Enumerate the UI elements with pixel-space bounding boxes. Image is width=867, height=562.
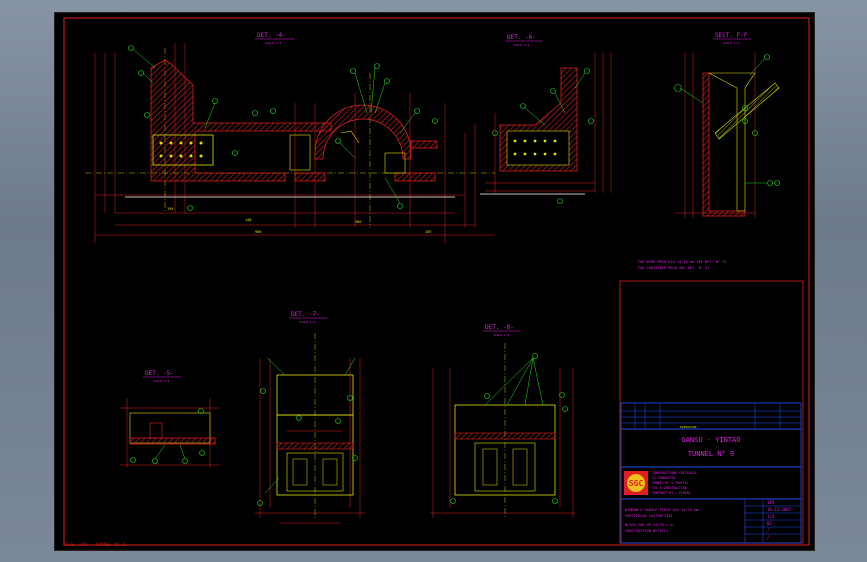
- desc-line-1: WINDOW & SADDLE FIELD DIA 14-15 mm: [625, 508, 699, 512]
- det6-scale: SCALE 1:5: [513, 43, 529, 47]
- det8-title: DET. -8-: [485, 324, 514, 331]
- det8-scale: SCALE 1:5: [493, 333, 509, 337]
- project-name: GANSU - YINTAO: [681, 436, 740, 444]
- det7-scale: SCALE 1:5: [299, 320, 315, 324]
- company-line-2: IL CONSORZIO: [652, 476, 675, 480]
- field-checked: /: [767, 535, 770, 540]
- tunnel-name: TUNNEL N° 9: [688, 450, 734, 458]
- det4-title: DET. -4-: [257, 32, 286, 39]
- det7-detail: DET. -7- SCALE 1:5: [255, 311, 365, 524]
- sectff-detail: SECT. F-F SCALE 1:5: [674, 32, 780, 218]
- field-drawn: /: [767, 528, 770, 533]
- title-block-header: ELEVATION: [680, 425, 696, 429]
- desc-line-2: PARTICULAR COSTRUTTIVI: [625, 514, 673, 518]
- cad-sheet: DET. -4- SCALE 1:5 195 140 900 580 165 D…: [63, 17, 810, 546]
- det5-title: DET. -5-: [145, 370, 174, 377]
- footer-label: FILE: CAD - TUNNEL NO.9: [63, 542, 126, 547]
- desc-line-4: CONSTRUCTION DETAILS: [625, 529, 668, 533]
- det4-detail: DET. -4- SCALE 1:5 195 140 900 580 165: [85, 32, 495, 243]
- field-rev: 02: [767, 521, 772, 526]
- field-date: 10-12-2007: [767, 507, 792, 512]
- det4-dim-580: 580: [355, 220, 361, 224]
- company-line-5: CONTRACT 01 — YINTAO: [652, 491, 690, 495]
- det8-detail: DET. -8- SCALE 1:5: [430, 324, 575, 518]
- det4-scale: SCALE 1:5: [265, 41, 281, 45]
- note-2: FOR CONTAINER MESH SEE DET. N° 51: [638, 266, 709, 270]
- det4-dim-165: 165: [425, 230, 431, 234]
- det4-dim-195: 195: [167, 207, 173, 211]
- notes: FOR WIRE MESH DIA 14-15 mm SEE DET. N° 5…: [638, 260, 727, 270]
- det4-dim-900: 900: [255, 230, 261, 234]
- drawing-viewport[interactable]: DET. -4- SCALE 1:5 195 140 900 580 165 D…: [54, 12, 815, 551]
- title-block: ELEVATION GANSU - YINTAO TUNNEL N° 9 SGC…: [619, 280, 804, 544]
- det6-detail: DET. -6- SCALE 1:5: [480, 34, 612, 204]
- det4-dim-140: 140: [245, 218, 251, 222]
- company-logo: SGC: [629, 479, 644, 488]
- det7-title: DET. -7-: [291, 311, 320, 318]
- sectff-scale: SCALE 1:5: [723, 41, 739, 45]
- note-1: FOR WIRE MESH DIA 14-15 mm SEE DET. N° 5…: [638, 260, 727, 264]
- company-line-3: TUNNEL N° 9 TRAFFIC: [652, 481, 689, 485]
- desc-line-3: BLOCK CAR OF 14/75 c.m.: [625, 523, 675, 527]
- field-sheet-no: 185: [767, 500, 775, 505]
- company-line-1: CONSTRUCTIONS SPECIALES: [652, 471, 696, 475]
- sectff-title: SECT. F-F: [715, 32, 748, 39]
- det5-scale: SCALE 1:5: [153, 379, 169, 383]
- det6-title: DET. -6-: [507, 34, 536, 41]
- field-scale: 1:5: [767, 514, 775, 519]
- det5-detail: DET. -5- SCALE 1:5: [120, 370, 220, 468]
- company-line-4: TEL & CONSTRUCTION: [652, 486, 687, 490]
